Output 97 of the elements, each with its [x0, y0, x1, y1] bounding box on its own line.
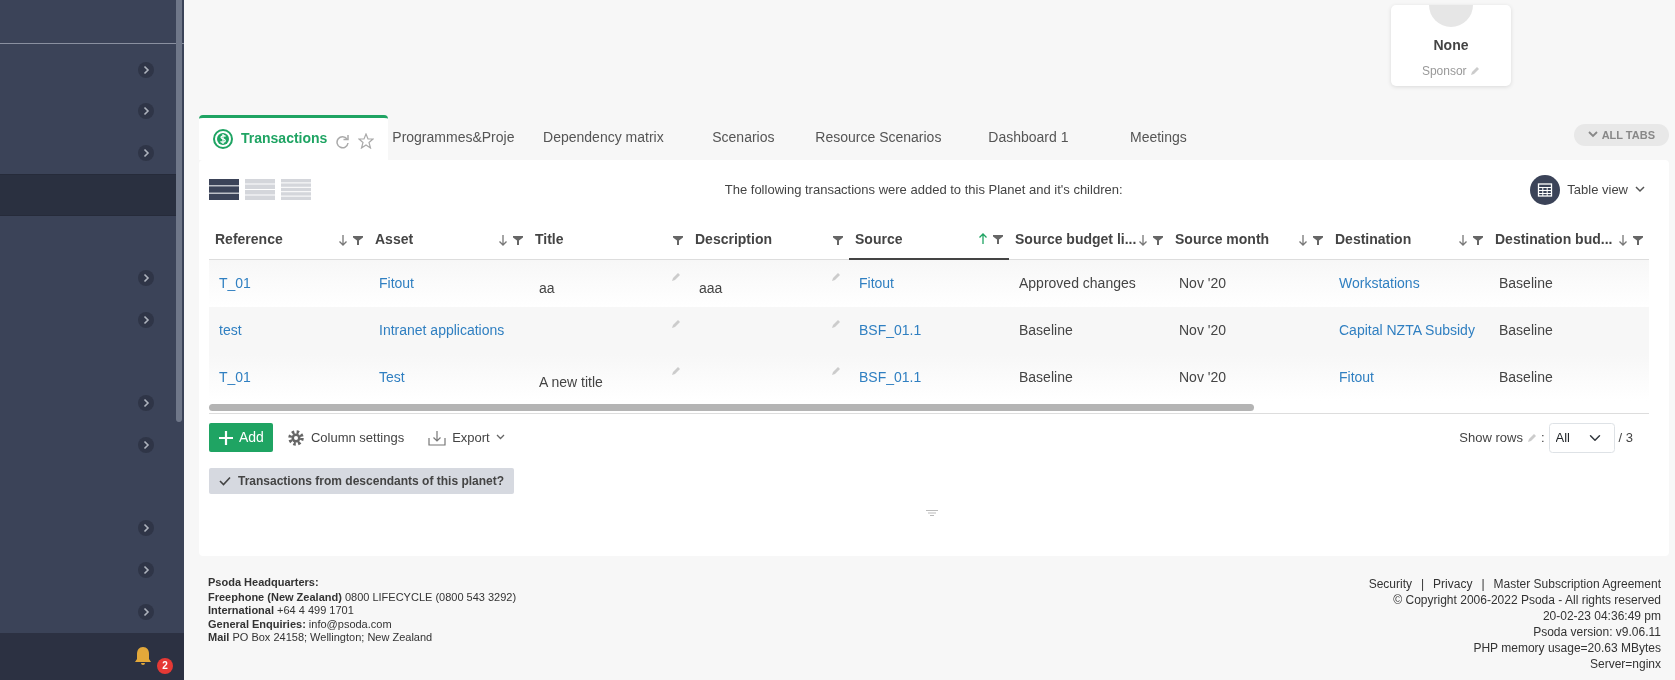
table-cell-text: Baseline [1499, 274, 1553, 293]
filter-icon[interactable] [993, 234, 1003, 244]
chevron-right-icon[interactable] [138, 436, 154, 453]
chevron-down-icon [1635, 186, 1645, 194]
filter-icon[interactable] [513, 234, 523, 245]
footer-text: Server=nginx [1588, 656, 1661, 672]
row-total: / 3 [1618, 429, 1633, 447]
table-link[interactable]: Fitout [859, 273, 894, 294]
resize-handle-icon[interactable] [926, 509, 938, 516]
footer-text: Freephone (New Zealand) 0800 LIFECYCLE (0800 543 3292) [208, 590, 517, 604]
chevron-right-icon[interactable] [138, 311, 154, 328]
sort-down-icon[interactable] [338, 233, 348, 246]
table-cell-text: Nov '20 [1179, 368, 1227, 387]
footer-text: International +64 4 499 1701 [208, 604, 355, 618]
sponsor-card[interactable]: None Sponsor [1391, 5, 1511, 86]
check-icon [219, 475, 231, 486]
chevron-right-icon[interactable] [138, 103, 154, 120]
descendants-toggle[interactable]: Transactions from descendants of this planet? [209, 467, 515, 494]
table-link[interactable]: Test [379, 367, 405, 388]
table-cell-text: Baseline [1499, 321, 1553, 340]
filter-icon[interactable] [1313, 234, 1323, 245]
sort-down-icon[interactable] [1138, 233, 1148, 246]
info-message: The following transactions were added to this Planet and it's children: [723, 181, 1124, 200]
show-rows-label: Show rows [1459, 429, 1523, 447]
filter-icon[interactable] [833, 234, 843, 245]
table-cell-text: aa [539, 279, 555, 298]
chevron-down-icon [495, 434, 505, 442]
footer-link[interactable]: Security [1368, 577, 1412, 591]
table-link[interactable]: Fitout [1339, 367, 1374, 388]
sort-down-icon[interactable] [1458, 233, 1468, 246]
tab[interactable]: Programmes&Proje [388, 115, 519, 160]
filter-icon[interactable] [673, 234, 683, 245]
coin-icon [213, 129, 233, 149]
tab[interactable]: Scenarios [688, 115, 799, 160]
chevron-right-icon[interactable] [138, 520, 154, 537]
footer-text: PHP memory usage=20.63 MBytes [1472, 640, 1661, 656]
filter-icon[interactable] [1153, 234, 1163, 245]
scrollbar[interactable] [176, 0, 182, 422]
table-link[interactable]: T_01 [219, 367, 251, 388]
separator-text: | [1421, 577, 1425, 591]
chevron-right-icon[interactable] [138, 603, 154, 620]
filter-icon[interactable] [1473, 234, 1483, 245]
chevron-down-icon [1587, 130, 1598, 139]
column-settings-button[interactable]: Column settings [286, 428, 405, 448]
table-cell-text: Baseline [1499, 368, 1553, 387]
sponsor-name: None [1432, 36, 1470, 55]
filter-icon[interactable] [1633, 234, 1643, 245]
export-button[interactable]: Export [428, 428, 505, 448]
chevron-right-icon[interactable] [138, 61, 154, 78]
separator-text: : [1540, 429, 1545, 447]
sort-down-icon[interactable] [498, 233, 508, 246]
table-cell-text: Baseline [1019, 368, 1073, 387]
table-cell-text: A new title [539, 373, 603, 392]
footer-text: © Copyright 2006-2022 Psoda - All rights reserved [1392, 592, 1661, 608]
gear-icon [286, 428, 305, 447]
tab[interactable]: Dependency matrix [518, 115, 689, 160]
table-link[interactable]: Fitout [379, 273, 414, 294]
separator-text: | [1481, 577, 1485, 591]
chevron-right-icon[interactable] [138, 562, 154, 578]
table-cell-text: Nov '20 [1179, 321, 1227, 340]
density-option[interactable] [209, 178, 239, 202]
rows-select[interactable]: All [1548, 423, 1615, 453]
table-link[interactable]: test [219, 320, 242, 341]
plus-icon [218, 429, 234, 446]
table-cell-text: aaa [699, 279, 723, 298]
table-cell-text: Nov '20 [1179, 274, 1227, 293]
sort-down-icon[interactable] [1618, 233, 1628, 246]
bell-icon[interactable] [132, 644, 154, 667]
chevron-right-icon[interactable] [138, 145, 154, 162]
chevron-right-icon[interactable] [138, 395, 154, 412]
tab[interactable]: Dashboard 1 [958, 115, 1099, 160]
chevron-right-icon[interactable] [138, 270, 154, 287]
table-link[interactable]: T_01 [219, 273, 251, 294]
sort-down-icon[interactable] [1298, 233, 1308, 246]
tab[interactable]: Resource Scenarios [798, 115, 959, 160]
footer-link[interactable]: Privacy [1433, 577, 1473, 591]
footer-link[interactable]: Master Subscription Agreement [1493, 577, 1661, 591]
footer-text: 20-02-23 04:36:49 pm [1541, 608, 1661, 624]
download-icon [428, 428, 447, 447]
refresh-icon[interactable] [335, 134, 351, 149]
tab[interactable]: Meetings [1098, 115, 1219, 160]
table-cell-text: Approved changes [1019, 274, 1136, 293]
filter-icon[interactable] [353, 234, 363, 245]
sort-up-icon[interactable] [978, 233, 988, 245]
horizontal-scrollbar[interactable] [209, 404, 1254, 411]
footer-text: Mail PO Box 24158; Wellington; New Zealand [208, 631, 434, 645]
table-link[interactable]: BSF_01.1 [859, 320, 922, 341]
view-selector[interactable]: Table view [1530, 175, 1645, 205]
table-cell-text: Baseline [1019, 321, 1073, 340]
sponsor-role: Sponsor [1421, 63, 1467, 80]
star-icon[interactable] [358, 133, 375, 149]
footer-text: General Enquiries: info@psoda.com [208, 617, 393, 631]
notification-count: 2 [157, 658, 173, 675]
table-link[interactable]: BSF_01.1 [859, 367, 922, 388]
table-icon [1530, 175, 1561, 205]
footer-text: Psoda Headquarters: [208, 576, 320, 590]
footer-text: Psoda version: v9.06.11 [1532, 624, 1661, 640]
